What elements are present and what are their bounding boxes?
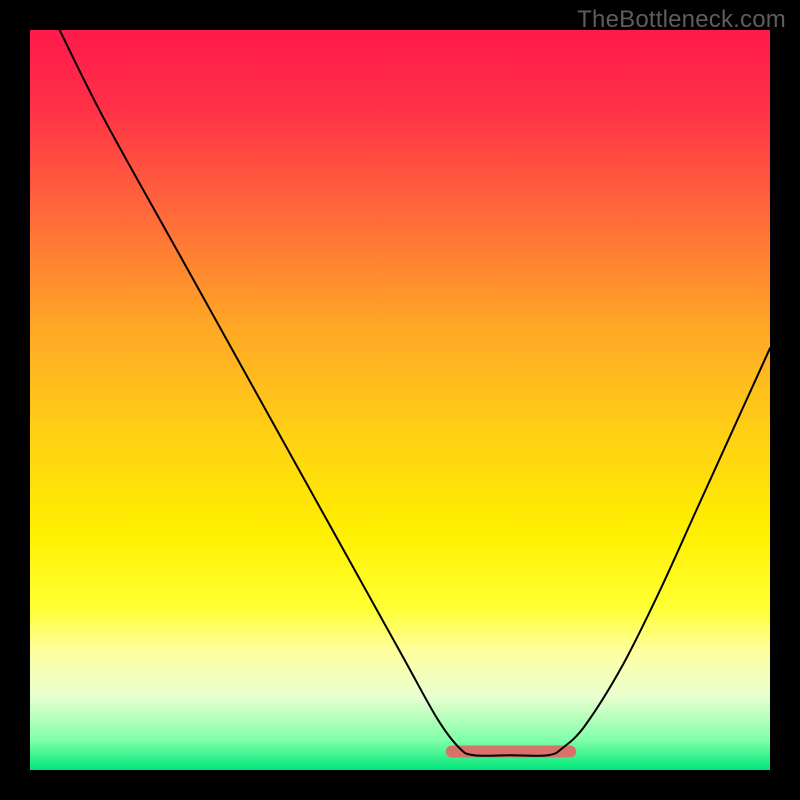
chart-background [30,30,770,770]
chart-svg [30,30,770,770]
chart-plot-area [30,30,770,770]
watermark-text: TheBottleneck.com [577,6,786,34]
